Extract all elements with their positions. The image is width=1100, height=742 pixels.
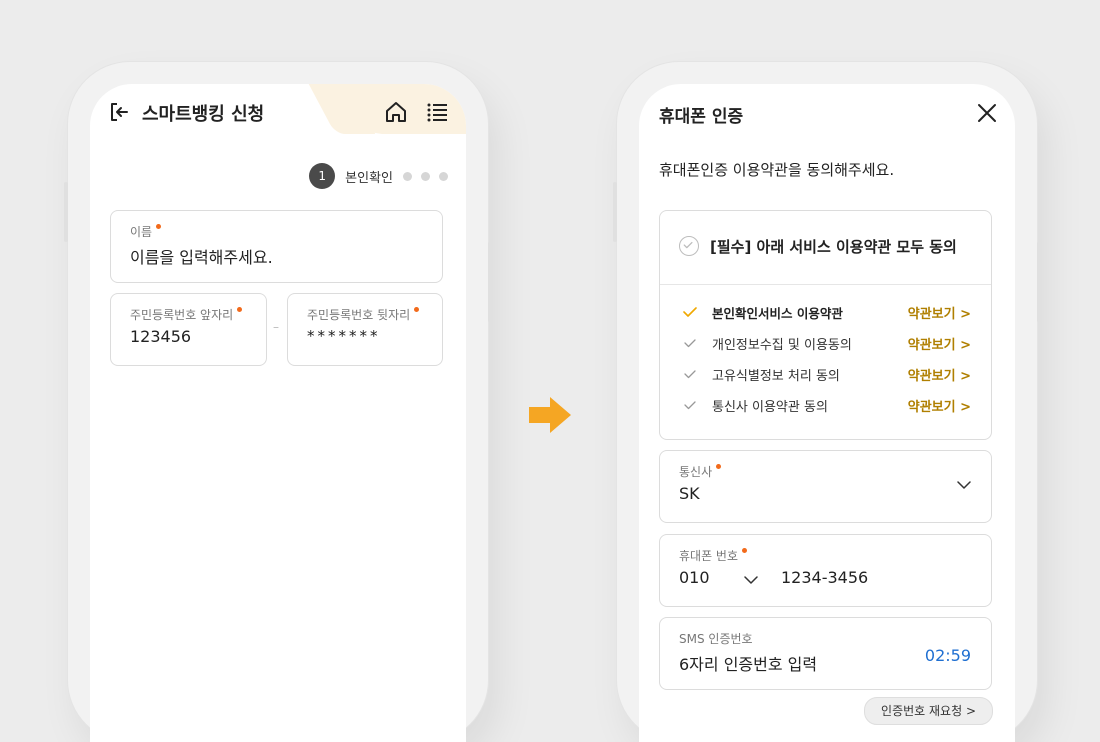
term-row[interactable]: 본인확인서비스 이용약관 약관보기 > [660, 300, 991, 328]
phone-prefix-select[interactable]: 010 [679, 568, 710, 587]
rrn-front-input[interactable]: 123456 [130, 327, 191, 346]
required-dot [156, 224, 162, 229]
rrn-back-field[interactable]: 주민등록번호 뒷자리 ******* [287, 293, 443, 366]
term-label: 개인정보수집 및 이용동의 [712, 338, 852, 353]
step-dot [403, 171, 412, 181]
carrier-label: 통신사 [679, 465, 713, 479]
phone-number-input[interactable]: 1234-3456 [781, 568, 868, 587]
rrn-back-input[interactable]: ******* [307, 327, 381, 345]
check-icon[interactable] [683, 306, 697, 318]
term-label: 본인확인서비스 이용약관 [712, 306, 843, 321]
chevron-down-icon[interactable] [957, 481, 971, 490]
rrn-front-label: 주민등록번호 앞자리 [130, 308, 234, 322]
phone-number-field[interactable]: 휴대폰 번호 010 1234-3456 [659, 534, 992, 607]
phone-right: 휴대폰 인증 휴대폰인증 이용약관을 동의해주세요. [필수] 아래 서비스 이… [613, 62, 1041, 742]
check-icon[interactable] [683, 399, 697, 411]
sms-code-input[interactable]: 6자리 인증번호 입력 [679, 651, 817, 675]
countdown-timer: 02:59 [924, 646, 971, 665]
required-dot [716, 464, 722, 469]
phone-left-screen: 스마트뱅킹 신청 1 본인확인 이름 이름을 입력해주세요. 주민등록번호 앞자… [90, 84, 466, 742]
step-indicator: 1 본인확인 [309, 163, 448, 189]
home-icon[interactable] [384, 100, 408, 124]
resend-code-button[interactable]: 인증번호 재요청 > [864, 697, 993, 725]
phone-left: 스마트뱅킹 신청 1 본인확인 이름 이름을 입력해주세요. 주민등록번호 앞자… [64, 62, 492, 742]
phone-right-screen: 휴대폰 인증 휴대폰인증 이용약관을 동의해주세요. [필수] 아래 서비스 이… [639, 84, 1015, 742]
step-label: 본인확인 [345, 170, 393, 186]
sms-code-field[interactable]: SMS 인증번호 6자리 인증번호 입력 02:59 [659, 617, 992, 690]
required-dot [237, 307, 243, 312]
view-terms-link[interactable]: 약관보기 > [908, 365, 971, 384]
term-label: 고유식별정보 처리 동의 [712, 369, 840, 384]
view-terms-link[interactable]: 약관보기 > [908, 334, 971, 353]
term-row[interactable]: 고유식별정보 처리 동의 약관보기 > [660, 362, 991, 390]
view-terms-link[interactable]: 약관보기 > [908, 303, 971, 322]
arrow-right-icon [529, 397, 571, 433]
agree-all-row[interactable]: [필수] 아래 서비스 이용약관 모두 동의 [660, 211, 991, 285]
terms-box: [필수] 아래 서비스 이용약관 모두 동의 본인확인서비스 이용약관 약관보기… [659, 210, 992, 440]
page-title: 스마트뱅킹 신청 [142, 104, 265, 125]
name-field[interactable]: 이름 이름을 입력해주세요. [110, 210, 443, 283]
agree-all-checkbox[interactable] [679, 236, 699, 256]
close-icon[interactable] [977, 103, 997, 123]
terms-instruction: 휴대폰인증 이용약관을 동의해주세요. [659, 161, 895, 179]
menu-list-icon[interactable] [426, 101, 448, 123]
carrier-value[interactable]: SK [679, 484, 700, 503]
page-title: 휴대폰 인증 [659, 107, 744, 127]
view-terms-link[interactable]: 약관보기 > [908, 396, 971, 415]
rrn-front-field[interactable]: 주민등록번호 앞자리 123456 [110, 293, 267, 366]
term-label: 통신사 이용약관 동의 [712, 400, 828, 415]
logout-icon[interactable] [108, 101, 130, 123]
app-header: 스마트뱅킹 신청 [90, 84, 466, 134]
check-icon[interactable] [683, 337, 697, 349]
phone-number-label: 휴대폰 번호 [679, 549, 739, 563]
sms-label: SMS 인증번호 [679, 632, 753, 646]
name-input[interactable]: 이름을 입력해주세요. [130, 244, 273, 268]
chevron-down-icon[interactable] [744, 576, 758, 585]
rrn-back-label: 주민등록번호 뒷자리 [307, 308, 411, 322]
term-row[interactable]: 개인정보수집 및 이용동의 약관보기 > [660, 331, 991, 359]
name-label: 이름 [130, 225, 153, 239]
term-row[interactable]: 통신사 이용약관 동의 약관보기 > [660, 393, 991, 421]
agree-all-label: [필수] 아래 서비스 이용약관 모두 동의 [710, 238, 957, 256]
required-dot [414, 307, 420, 312]
required-dot [742, 548, 748, 553]
rrn-separator: – [273, 320, 279, 334]
step-number: 1 [309, 163, 336, 189]
carrier-select[interactable]: 통신사 SK [659, 450, 992, 523]
check-icon[interactable] [683, 368, 697, 380]
step-dot [421, 171, 430, 181]
step-dot [439, 171, 448, 181]
